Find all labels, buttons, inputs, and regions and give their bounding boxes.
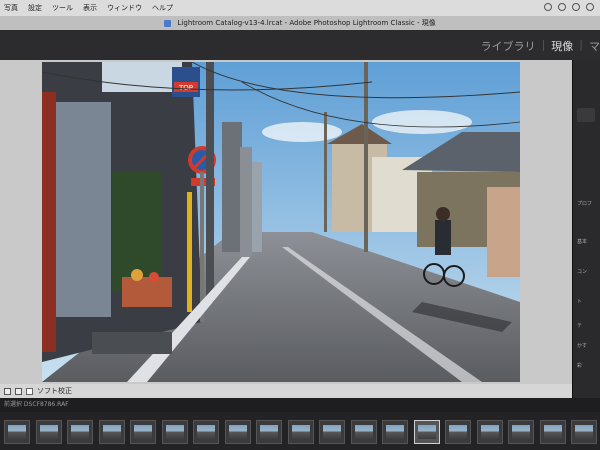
thumbnail-image (512, 425, 530, 439)
filmstrip-thumbnail[interactable] (445, 420, 471, 444)
svg-text:TOP: TOP (178, 84, 193, 92)
thumbnail-image (197, 425, 215, 439)
status-icon[interactable] (544, 3, 552, 11)
thumbnail-image (39, 425, 58, 439)
search-icon[interactable] (586, 3, 594, 11)
menu-settings[interactable]: 設定 (28, 0, 42, 16)
wifi-icon[interactable] (558, 3, 566, 11)
filmstrip-thumbnail[interactable] (4, 420, 30, 444)
thumbnail-image (71, 425, 89, 439)
compare-view-icon[interactable] (15, 387, 22, 395)
thumbnail-image (323, 425, 341, 439)
filmstrip (0, 412, 600, 450)
thumbnail-image (575, 425, 593, 439)
module-picker: ライブラリ | 現像 | マ (0, 30, 600, 60)
system-tray (544, 3, 594, 11)
develop-toolbar: ソフト校正 (0, 384, 572, 398)
menu-help[interactable]: ヘルプ (152, 0, 173, 16)
filmstrip-thumbnail[interactable] (130, 420, 156, 444)
menu-tools[interactable]: ツール (52, 0, 73, 16)
thumbnail-image (228, 425, 247, 439)
thumbnail-image (449, 425, 467, 439)
filmstrip-thumbnail[interactable] (161, 420, 188, 444)
photo-preview[interactable]: TOP (42, 62, 520, 382)
module-develop[interactable]: 現像 (551, 38, 573, 54)
battery-icon[interactable] (572, 3, 580, 11)
histogram-thumb (577, 108, 595, 122)
basic-panel-label[interactable]: 基本 (577, 238, 587, 245)
soft-proof-checkbox[interactable] (26, 387, 33, 395)
filmstrip-thumbnail[interactable] (539, 420, 566, 444)
filmstrip-thumbnail[interactable] (382, 420, 408, 444)
soft-proof-label: ソフト校正 (37, 387, 72, 395)
filmstrip-info: 前選択 DSCF8786.RAF (4, 401, 69, 408)
profile-label[interactable]: プロフ (577, 200, 592, 207)
thumbnail-image (386, 425, 404, 439)
loupe-view-icon[interactable] (4, 387, 11, 395)
texture-label[interactable]: テ (577, 322, 582, 329)
module-library[interactable]: ライブラリ (481, 38, 536, 54)
menu-photo[interactable]: 写真 (4, 0, 18, 16)
thumbnail-image (8, 425, 26, 439)
filmstrip-thumbnail[interactable] (319, 420, 345, 444)
develop-right-panel: プロフ 基本 コン ト テ かす 彩 (572, 60, 600, 398)
filmstrip-thumbnail[interactable] (350, 420, 377, 444)
filmstrip-thumbnail[interactable] (256, 420, 282, 444)
filmstrip-thumbnail[interactable] (193, 420, 219, 444)
contrast-label[interactable]: コン (577, 268, 587, 275)
tone-label[interactable]: ト (577, 298, 582, 305)
thumbnail-image (480, 425, 499, 439)
menu-bar: 写真 設定 ツール 表示 ウィンドウ ヘルプ (0, 0, 600, 16)
window-title: Lightroom Catalog-v13-4.lrcat - Adobe Ph… (177, 19, 436, 27)
filmstrip-header: 前選択 DSCF8786.RAF (0, 398, 600, 412)
thumbnail-image (417, 425, 436, 439)
thumbnail-image (543, 425, 562, 439)
saturation-label[interactable]: 彩 (577, 362, 582, 369)
thumbnail-image (260, 425, 278, 439)
thumbnail-image (291, 425, 310, 439)
thumbnail-image (134, 425, 152, 439)
menu-view[interactable]: 表示 (83, 0, 97, 16)
filmstrip-thumbnail[interactable] (508, 420, 534, 444)
lightroom-app-icon (164, 19, 172, 27)
module-separator: | (579, 38, 583, 51)
module-separator: | (541, 38, 546, 51)
filmstrip-thumbnail[interactable] (413, 420, 440, 444)
menu-window[interactable]: ウィンドウ (107, 0, 142, 16)
haze-label[interactable]: かす (577, 342, 587, 349)
thumbnail-image (354, 425, 373, 439)
module-map[interactable]: マ (589, 38, 600, 54)
window-titlebar: Lightroom Catalog-v13-4.lrcat - Adobe Ph… (0, 16, 600, 30)
filmstrip-thumbnail[interactable] (224, 420, 251, 444)
filmstrip-thumbnail[interactable] (98, 420, 125, 444)
filmstrip-thumbnail[interactable] (67, 420, 93, 444)
filmstrip-thumbnail[interactable] (476, 420, 503, 444)
filmstrip-thumbnail[interactable] (571, 420, 597, 444)
street-photo: TOP (42, 62, 520, 382)
thumbnail-image (165, 425, 184, 439)
filmstrip-thumbnail[interactable] (287, 420, 314, 444)
thumbnail-image (102, 425, 121, 439)
filmstrip-thumbnail[interactable] (35, 420, 62, 444)
